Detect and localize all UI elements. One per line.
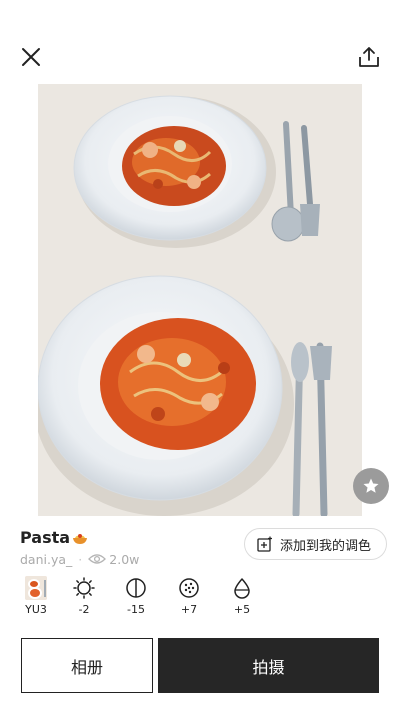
favorite-button[interactable] xyxy=(353,468,389,504)
adjustment-value: +7 xyxy=(180,603,198,616)
add-preset-icon xyxy=(257,536,272,552)
meta-separator: · xyxy=(78,551,83,567)
shoot-button[interactable]: 拍摄 xyxy=(158,638,379,693)
view-count: 2.0w xyxy=(109,551,140,567)
close-icon xyxy=(22,48,40,66)
adjustment-value: +5 xyxy=(233,603,251,616)
grain-icon xyxy=(179,578,199,598)
recipe-title-text: Pasta xyxy=(20,528,71,547)
saturation-icon xyxy=(234,578,250,599)
add-to-my-presets-label: 添加到我的调色 xyxy=(280,538,372,554)
recipe-meta: dani.ya_ · 2.0w xyxy=(20,550,139,568)
contrast-icon xyxy=(126,578,146,598)
spaghetti-emoji-icon xyxy=(73,533,88,544)
shoot-button-label: 拍摄 xyxy=(252,657,285,677)
top-bar xyxy=(0,0,400,84)
recipe-title: Pasta xyxy=(20,528,88,547)
filter-thumbnail xyxy=(25,576,47,600)
eye-icon xyxy=(88,554,107,564)
album-button-label: 相册 xyxy=(70,657,103,677)
adjustment-list: YU3 -2 -15 +7 +5 xyxy=(18,576,268,623)
author-name[interactable]: dani.ya_ xyxy=(20,552,72,567)
album-button[interactable]: 相册 xyxy=(21,638,153,693)
adjustment-brightness[interactable]: -2 xyxy=(66,577,102,623)
adjustment-value: -15 xyxy=(127,603,145,616)
share-button[interactable] xyxy=(352,40,386,74)
adjustment-contrast[interactable]: -15 xyxy=(118,577,154,623)
close-button[interactable] xyxy=(14,40,48,74)
adjustment-value: YU3 xyxy=(25,603,47,616)
share-icon xyxy=(359,47,379,67)
brightness-icon xyxy=(73,577,95,599)
adjustment-filter[interactable]: YU3 xyxy=(18,576,54,623)
add-to-my-presets-button[interactable]: 添加到我的调色 xyxy=(244,528,387,560)
adjustment-grain[interactable]: +7 xyxy=(171,577,207,623)
adjustment-value: -2 xyxy=(78,603,90,616)
recipe-photo xyxy=(38,84,362,516)
star-icon xyxy=(363,478,379,493)
adjustment-saturation[interactable]: +5 xyxy=(224,577,260,623)
